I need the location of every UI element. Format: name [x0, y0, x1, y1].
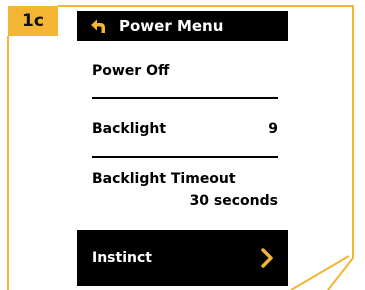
title-bar: Power Menu	[77, 11, 288, 41]
menu-item-backlight[interactable]: Backlight	[92, 121, 166, 137]
device-screen: Power Menu Power Off Backlight 9 Backlig…	[77, 11, 288, 290]
backlight-value: 9	[268, 121, 278, 137]
divider	[92, 156, 278, 158]
menu-item-backlight-timeout[interactable]: Backlight Timeout	[92, 171, 236, 187]
menu-item-instinct-label: Instinct	[92, 250, 152, 266]
menu-item-power-off[interactable]: Power Off	[92, 63, 169, 79]
chevron-right-icon	[261, 248, 273, 268]
backlight-timeout-value: 30 seconds	[189, 193, 278, 209]
step-badge: 1c	[8, 6, 58, 36]
back-arrow-icon[interactable]	[89, 18, 107, 34]
divider	[92, 97, 278, 99]
page-title: Power Menu	[119, 17, 224, 35]
menu-item-instinct[interactable]: Instinct	[77, 230, 288, 286]
